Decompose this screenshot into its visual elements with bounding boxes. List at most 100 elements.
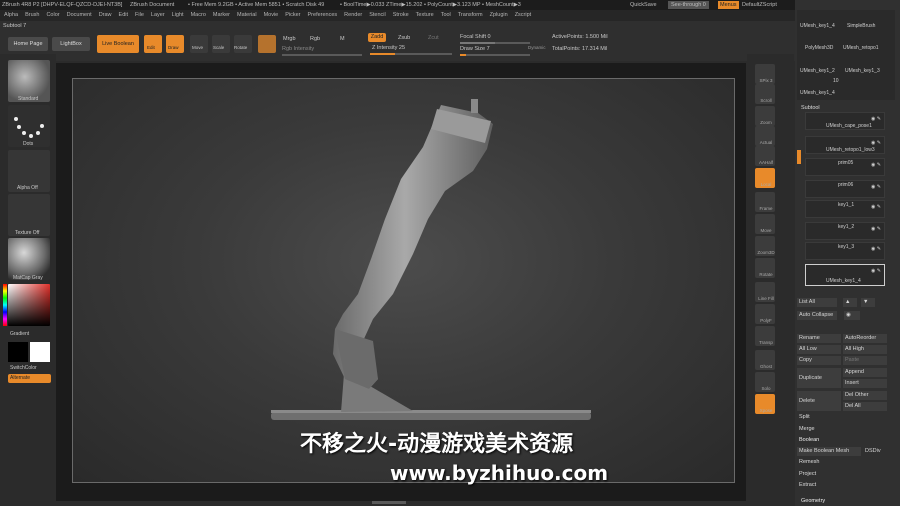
menu-brush[interactable]: Brush (25, 10, 39, 21)
m-toggle[interactable]: M (340, 36, 345, 42)
menu-zplugin[interactable]: Zplugin (490, 10, 508, 21)
alternate-button[interactable]: Alternate (8, 374, 51, 383)
mrgb-toggle[interactable]: Mrgb (283, 36, 296, 42)
menu-edit[interactable]: Edit (119, 10, 128, 21)
tool-thumb-label-2[interactable]: SimpleBrush (847, 23, 875, 29)
menu-stroke[interactable]: Stroke (393, 10, 409, 21)
subtool-row[interactable]: key1_3 ◉ ✎ (805, 242, 885, 260)
del-other-button[interactable]: Del Other (843, 391, 887, 400)
subtool-row[interactable]: key1_1 ◉ ✎ (805, 200, 885, 218)
dynamic-toggle[interactable]: Dynamic (528, 45, 546, 50)
menu-movie[interactable]: Movie (264, 10, 279, 21)
copy-button[interactable]: Copy (797, 356, 841, 365)
viewport-scroll-handle[interactable] (372, 501, 406, 504)
subtool-row[interactable]: UMesh_retopo1_low3 ◉ ✎ (805, 136, 885, 154)
color-picker[interactable] (8, 284, 50, 326)
visibility-icon[interactable]: ◉ ✎ (871, 162, 881, 168)
draw-size-slider[interactable] (460, 54, 530, 56)
menu-file[interactable]: File (135, 10, 144, 21)
z-intensity-slider[interactable] (370, 53, 452, 55)
material-swatch[interactable] (258, 35, 276, 53)
focal-shift-slider[interactable] (460, 42, 530, 44)
eye-icon[interactable]: ◉ (844, 311, 860, 320)
default-zscript-button[interactable]: DefaultZScript (742, 0, 777, 10)
menu-zscript[interactable]: Zscript (515, 10, 532, 21)
dsdiv-toggle[interactable]: DSDiv (863, 447, 887, 456)
geometry-section[interactable]: Geometry (801, 498, 825, 504)
project-section[interactable]: Project (799, 471, 816, 477)
tool-thumb-label-6[interactable]: UMesh_key1_3 (845, 68, 880, 74)
tool-thumb-label-1[interactable]: UMesh_key1_4 (800, 23, 835, 29)
home-page-button[interactable]: Home Page (8, 37, 48, 51)
delete-button[interactable]: Delete (797, 391, 841, 411)
duplicate-button[interactable]: Duplicate (797, 368, 841, 388)
visibility-icon[interactable]: ◉ ✎ (871, 140, 881, 146)
visibility-icon[interactable]: ◉ ✎ (871, 268, 881, 274)
menu-macro[interactable]: Macro (191, 10, 206, 21)
visibility-icon[interactable]: ◉ ✎ (871, 116, 881, 122)
subtool-row[interactable]: UMesh_key1_4 ◉ ✎ (805, 264, 885, 286)
subtool-scrollbar[interactable] (797, 150, 801, 164)
main-color-swatch[interactable] (8, 342, 28, 362)
menu-render[interactable]: Render (344, 10, 362, 21)
subtool-header[interactable]: Subtool (801, 105, 820, 111)
move-button[interactable]: Move (190, 35, 208, 53)
document-canvas[interactable] (72, 78, 735, 483)
quicksave-button[interactable]: QuickSave (630, 0, 657, 10)
rgb-toggle[interactable]: Rgb (310, 36, 320, 42)
scale-button[interactable]: Scale (212, 35, 230, 53)
auto-collapse-button[interactable]: Auto Collapse (797, 311, 837, 320)
hue-strip[interactable] (3, 284, 7, 326)
menu-light[interactable]: Light (172, 10, 184, 21)
tool-thumb-label-3[interactable]: PolyMesh3D (805, 45, 833, 51)
secondary-color-swatch[interactable] (30, 342, 50, 362)
menu-document[interactable]: Document (67, 10, 92, 21)
menu-color[interactable]: Color (46, 10, 59, 21)
tool-thumb-label-7[interactable]: UMesh_key1_4 (800, 90, 835, 96)
menu-alpha[interactable]: Alpha (4, 10, 18, 21)
tool-thumb-label-5[interactable]: UMesh_key1_2 (800, 68, 835, 74)
draw-button[interactable]: Draw (166, 35, 184, 53)
visibility-icon[interactable]: ◉ ✎ (871, 246, 881, 252)
menu-transform[interactable]: Transform (458, 10, 483, 21)
all-low-button[interactable]: All Low (797, 345, 841, 354)
insert-button[interactable]: Insert (843, 379, 887, 388)
menu-preferences[interactable]: Preferences (308, 10, 338, 21)
visibility-icon[interactable]: ◉ ✎ (871, 184, 881, 190)
menu-tool[interactable]: Tool (441, 10, 451, 21)
menu-material[interactable]: Material (237, 10, 257, 21)
see-through-slider[interactable]: See-through 0 (668, 1, 709, 9)
subtool-row[interactable]: prim06 ◉ ✎ (805, 180, 885, 198)
edit-button[interactable]: Edit (144, 35, 162, 53)
boolean-section[interactable]: Boolean (799, 437, 819, 443)
rgb-intensity-slider[interactable] (282, 54, 362, 56)
auto-reorder-button[interactable]: AutoReorder (843, 334, 887, 343)
rotate-button[interactable]: Rotate (234, 35, 252, 53)
lightbox-button[interactable]: LightBox (52, 37, 90, 51)
del-all-button[interactable]: Del All (843, 402, 887, 411)
zcut-toggle[interactable]: Zcut (428, 35, 439, 41)
extract-section[interactable]: Extract (799, 482, 816, 488)
menu-picker[interactable]: Picker (285, 10, 300, 21)
menu-stencil[interactable]: Stencil (369, 10, 386, 21)
arrow-down-icon[interactable]: ▼ (861, 298, 875, 307)
switch-color-label[interactable]: SwitchColor (10, 365, 37, 371)
remesh-section[interactable]: Remesh (799, 459, 819, 465)
merge-section[interactable]: Merge (799, 426, 815, 432)
menu-draw[interactable]: Draw (99, 10, 112, 21)
paste-button[interactable]: Paste (843, 356, 887, 365)
menu-texture[interactable]: Texture (416, 10, 434, 21)
subtool-row[interactable]: prim05 ◉ ✎ (805, 158, 885, 176)
make-boolean-mesh-button[interactable]: Make Boolean Mesh (797, 447, 861, 456)
list-all-button[interactable]: List All (797, 298, 837, 307)
rename-button[interactable]: Rename (797, 334, 841, 343)
menus-button[interactable]: Menus (718, 1, 739, 9)
subtool-row[interactable]: key1_2 ◉ ✎ (805, 222, 885, 240)
tool-thumb-label-4[interactable]: UMesh_retopo1 (843, 45, 879, 51)
matcap-thumb[interactable] (8, 238, 50, 280)
zadd-toggle[interactable]: Zadd (368, 33, 386, 42)
menu-marker[interactable]: Marker (213, 10, 230, 21)
visibility-icon[interactable]: ◉ ✎ (871, 226, 881, 232)
append-button[interactable]: Append (843, 368, 887, 377)
visibility-icon[interactable]: ◉ ✎ (871, 204, 881, 210)
